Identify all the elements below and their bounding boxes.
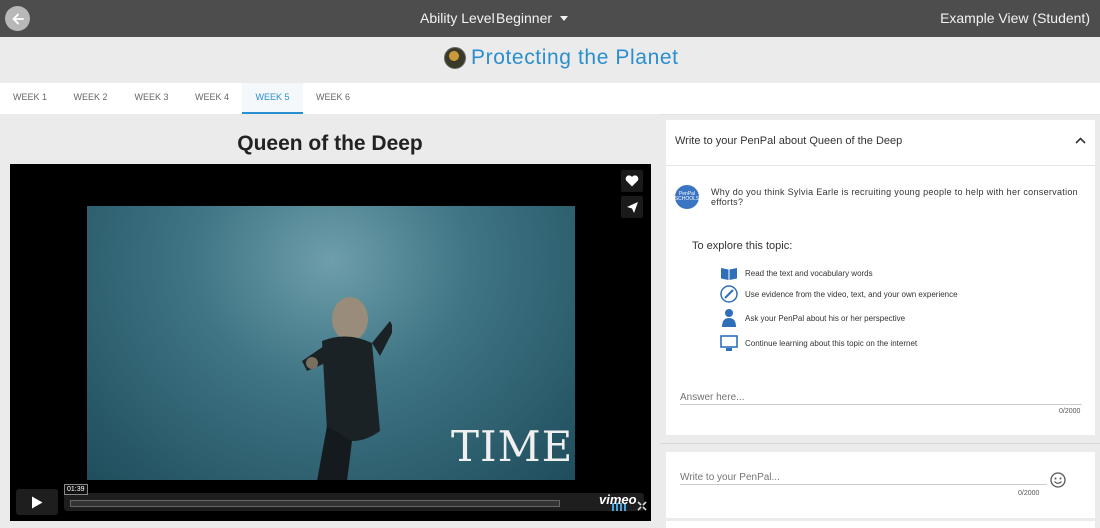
- penpal-message-input[interactable]: [680, 470, 1047, 485]
- video-controls: 01:39 vimeo: [16, 484, 647, 515]
- computer-icon: [720, 334, 738, 352]
- view-mode-label: Example View (Student): [940, 10, 1090, 26]
- arrow-left-icon: [12, 13, 24, 24]
- message-char-counter: 0/2000: [1018, 490, 1040, 497]
- tip-text: Read the text and vocabulary words: [745, 268, 873, 278]
- tip-item: Use evidence from the video, text, and y…: [720, 285, 958, 303]
- lesson-title: Queen of the Deep: [237, 132, 423, 155]
- heart-icon: [625, 175, 639, 187]
- paper-plane-icon: [626, 201, 638, 213]
- tab-week-1[interactable]: WEEK 1: [0, 83, 60, 112]
- penpal-schools-icon: PenPal SCHOOLS: [675, 185, 699, 209]
- caret-down-icon: [560, 15, 569, 21]
- book-icon: [720, 264, 738, 282]
- tip-text: Ask your PenPal about his or her perspec…: [745, 313, 906, 323]
- tip-text: Use evidence from the video, text, and y…: [745, 289, 958, 299]
- vimeo-logo[interactable]: vimeo: [599, 492, 637, 507]
- like-button[interactable]: [621, 170, 643, 192]
- pencil-icon: [720, 285, 738, 303]
- progress-bar[interactable]: [70, 500, 560, 507]
- video-frame[interactable]: TIME: [87, 206, 575, 480]
- ability-level-select[interactable]: Beginner: [496, 10, 569, 26]
- week-tabs: WEEK 1 WEEK 2 WEEK 3 WEEK 4 WEEK 5 WEEK …: [0, 83, 1100, 115]
- tip-item: Ask your PenPal about his or her perspec…: [720, 309, 905, 327]
- ability-level-value: Beginner: [496, 10, 553, 26]
- next-panel: [666, 521, 1095, 528]
- prompt-panel-header[interactable]: Write to your PenPal about Queen of the …: [666, 120, 1095, 166]
- people-icon: [720, 309, 738, 327]
- tab-week-4[interactable]: WEEK 4: [182, 83, 242, 112]
- play-icon: [32, 496, 43, 508]
- prompt-question-row: PenPal SCHOOLS Why do you think Sylvia E…: [675, 185, 1095, 209]
- panel-divider: [660, 443, 1100, 444]
- share-button[interactable]: [621, 196, 643, 218]
- fullscreen-icon[interactable]: [637, 501, 647, 511]
- prompt-panel-heading: Write to your PenPal about Queen of the …: [675, 135, 903, 147]
- tip-item: Read the text and vocabulary words: [720, 264, 873, 282]
- ability-level-label: Ability Level: [420, 10, 495, 26]
- play-button[interactable]: [16, 489, 58, 515]
- time-logo: TIME: [451, 422, 574, 471]
- prompt-question: Why do you think Sylvia Earle is recruit…: [711, 187, 1078, 207]
- tip-item: Continue learning about this topic on th…: [720, 334, 917, 352]
- tip-text: Continue learning about this topic on th…: [745, 338, 918, 348]
- back-button[interactable]: [5, 6, 30, 31]
- chevron-up-icon[interactable]: [1075, 137, 1086, 144]
- unit-title-bar: Protecting the Planet: [0, 37, 1100, 83]
- explore-label: To explore this topic:: [692, 240, 793, 252]
- penpal-message-panel: 0/2000: [666, 452, 1095, 518]
- tab-week-3[interactable]: WEEK 3: [121, 83, 182, 112]
- page-title: Protecting the Planet: [471, 46, 679, 69]
- answer-char-counter: 0/2000: [1059, 408, 1081, 415]
- diver-image: [302, 297, 392, 480]
- emoji-icon[interactable]: [1050, 472, 1066, 488]
- video-player[interactable]: TIME 01:39 vimeo: [10, 164, 651, 521]
- unit-avatar: [444, 47, 466, 69]
- progress-container: [64, 493, 647, 511]
- penpal-prompt-panel: Write to your PenPal about Queen of the …: [666, 120, 1095, 435]
- answer-input[interactable]: [680, 390, 1082, 405]
- tab-week-2[interactable]: WEEK 2: [60, 83, 121, 112]
- tab-week-6[interactable]: WEEK 6: [303, 83, 363, 112]
- tab-week-5[interactable]: WEEK 5: [242, 83, 303, 114]
- video-timecode: 01:39: [64, 484, 88, 495]
- top-bar: Ability Level Beginner Example View (Stu…: [0, 0, 1100, 37]
